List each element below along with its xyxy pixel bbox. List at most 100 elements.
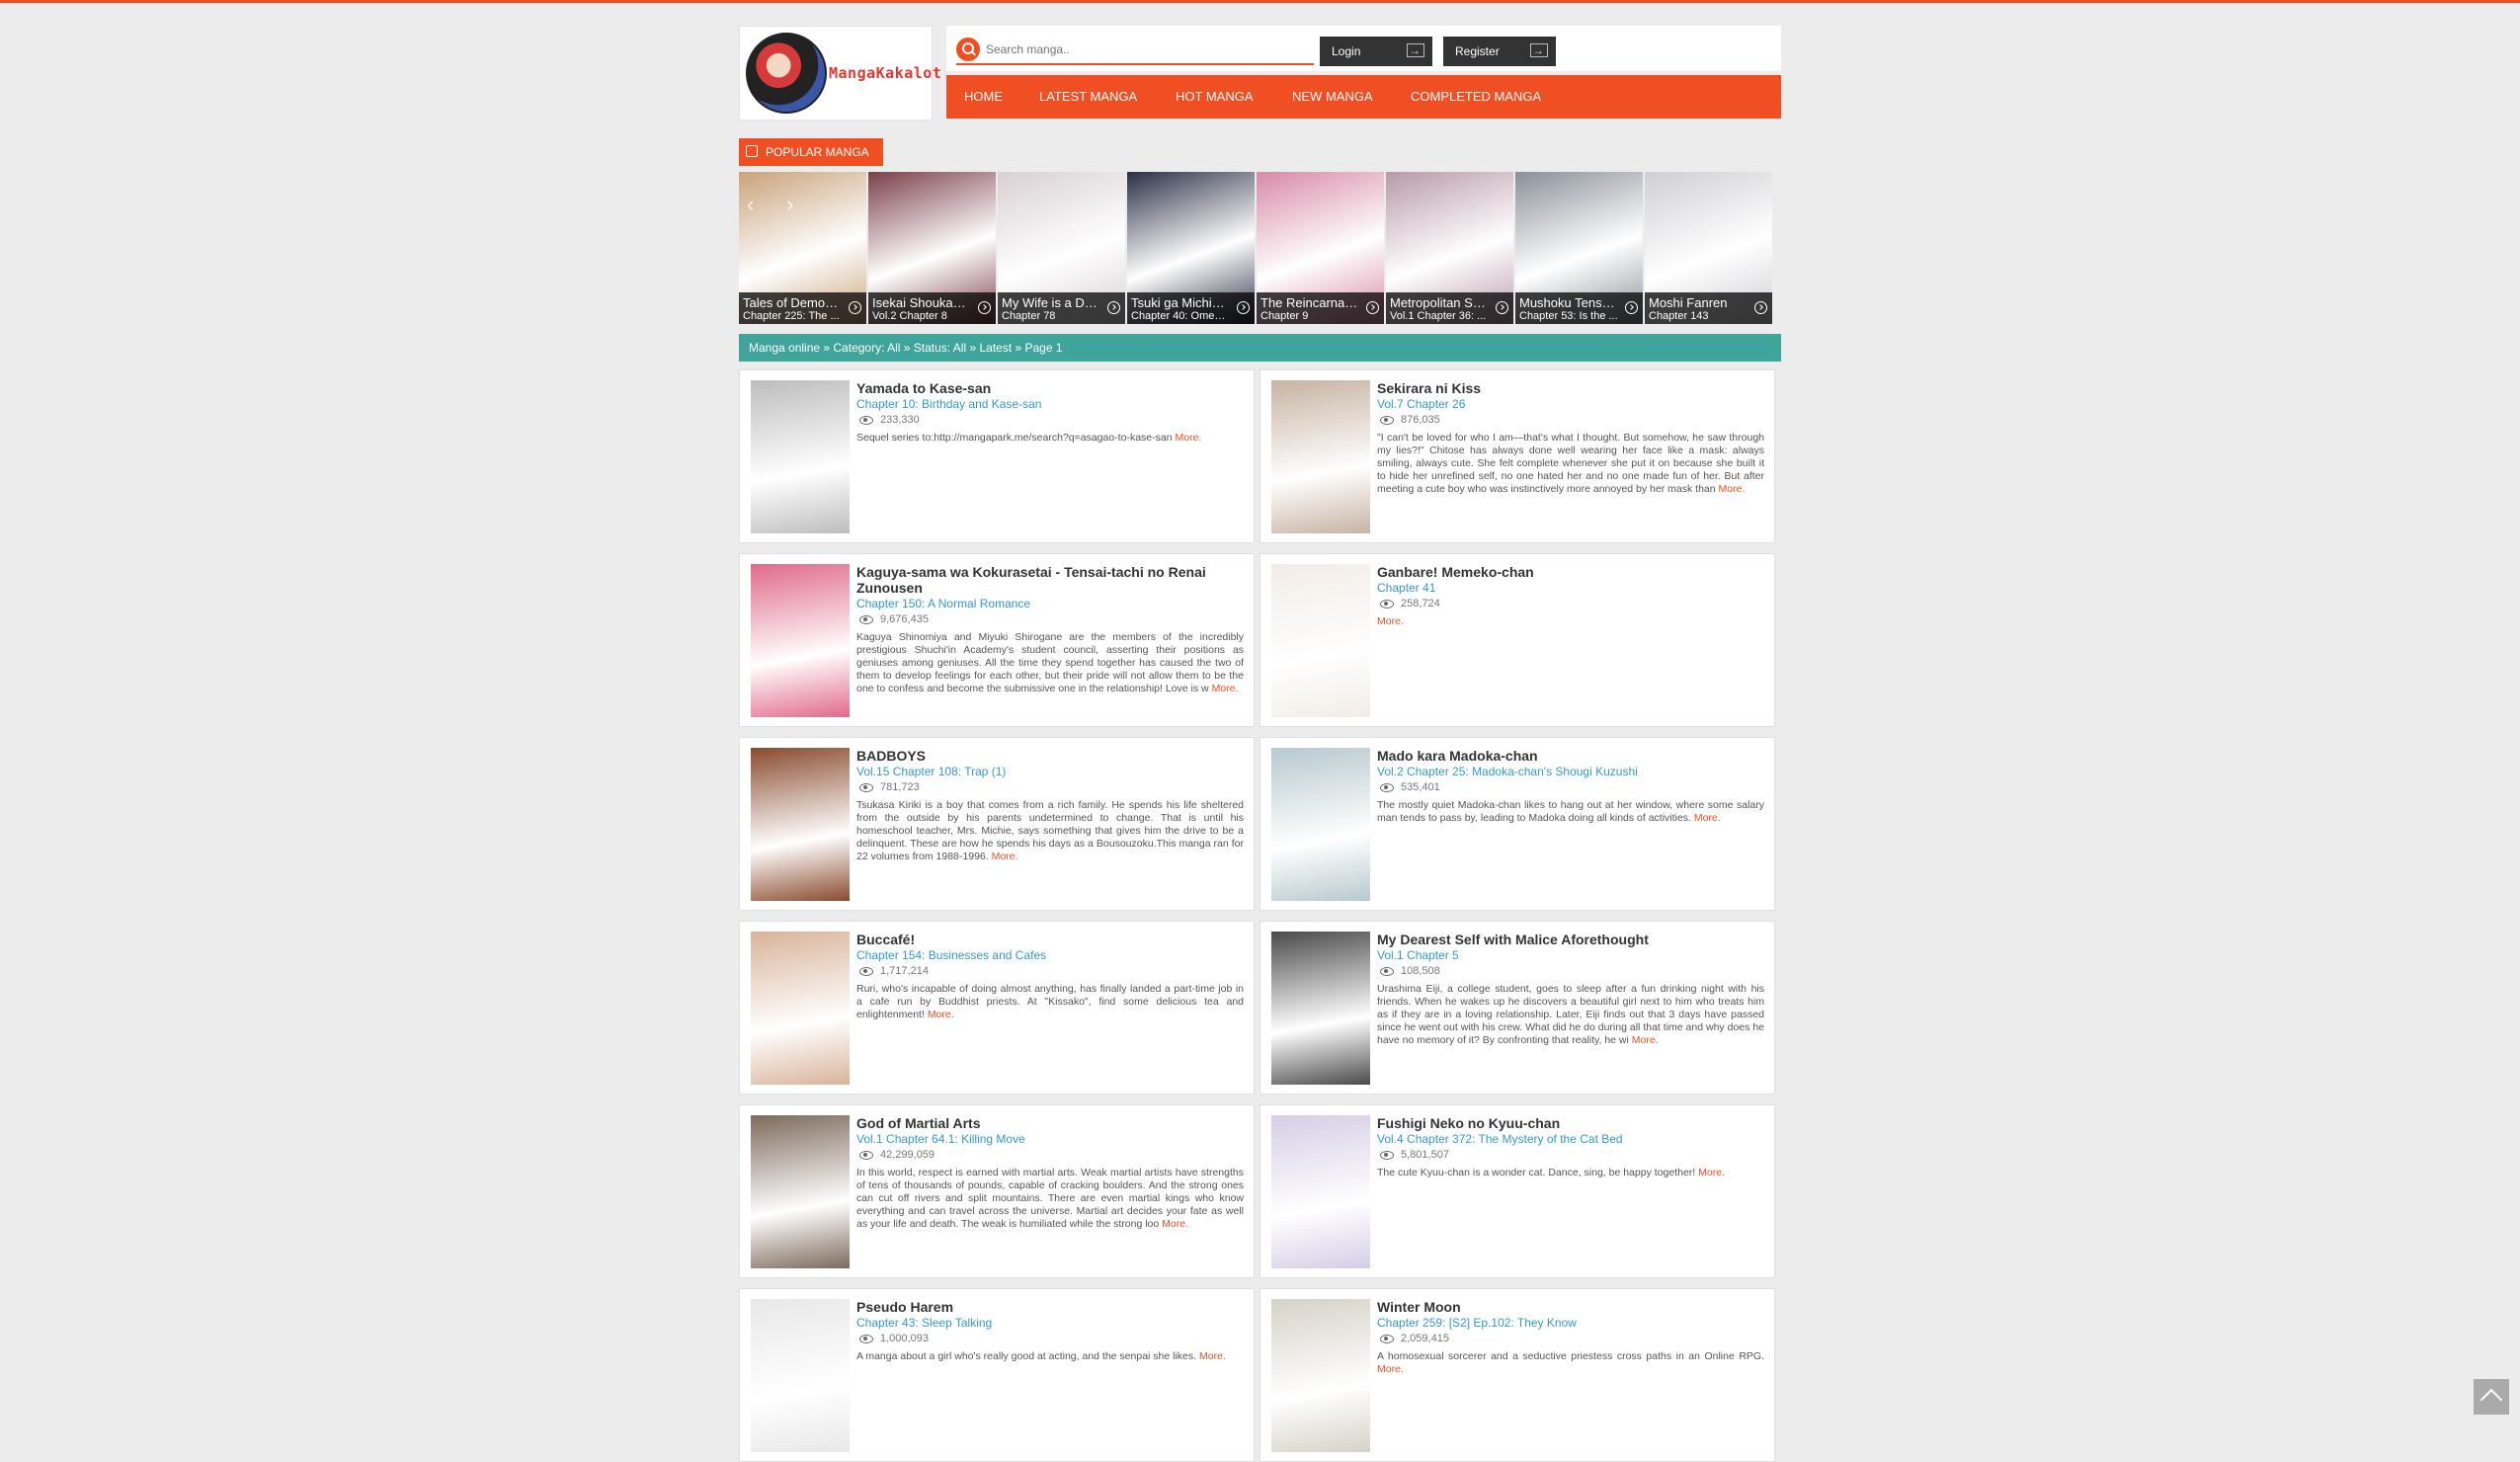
manga-title[interactable]: My Dearest Self with Malice Aforethought [1377,932,1764,947]
popular-slide[interactable]: Moshi Fanren Chapter 143 [1645,172,1772,324]
popular-slide[interactable]: Tales of Demon... Chapter 225: The ... [739,172,866,324]
manga-cover[interactable] [1271,1115,1370,1268]
manga-latest-chapter[interactable]: Chapter 10: Birthday and Kase-san [856,396,1244,412]
description-text: A homosexual sorcerer and a seductive pr… [1377,1350,1764,1362]
manga-title[interactable]: Buccafé! [856,932,1244,947]
login-button[interactable]: Login [1320,36,1432,66]
nav-hot-manga[interactable]: HOT MANGA [1176,75,1254,119]
slide-title[interactable]: Mushoku Tensei:... [1519,295,1618,310]
slide-chapter[interactable]: Chapter 9 [1260,310,1359,322]
go-arrow-icon[interactable] [1496,301,1508,314]
manga-latest-chapter[interactable]: Chapter 43: Sleep Talking [856,1315,1244,1331]
more-link[interactable]: More. [1377,1363,1404,1375]
manga-latest-chapter[interactable]: Vol.1 Chapter 5 [1377,947,1764,963]
nav-latest-manga[interactable]: LATEST MANGA [1039,75,1137,119]
slide-title[interactable]: The Reincarnati... [1260,295,1359,310]
slide-title[interactable]: Isekai Shoukan ... [872,295,971,310]
manga-title[interactable]: Ganbare! Memeko-chan [1377,564,1764,580]
nav-new-manga[interactable]: NEW MANGA [1292,75,1373,119]
slider-prev-icon[interactable]: ‹ [747,192,754,217]
manga-cover[interactable] [751,748,850,901]
more-link[interactable]: More. [1199,1350,1226,1362]
manga-latest-chapter[interactable]: Chapter 154: Businesses and Cafes [856,947,1244,963]
popular-slide[interactable]: The Reincarnati... Chapter 9 [1257,172,1384,324]
slide-chapter[interactable]: Vol.1 Chapter 36: ... [1390,310,1489,322]
more-link[interactable]: More. [1698,1167,1725,1178]
more-link[interactable]: More. [1719,483,1746,495]
slide-title[interactable]: Moshi Fanren [1649,295,1748,310]
popular-slide[interactable]: Isekai Shoukan ... Vol.2 Chapter 8 [868,172,996,324]
manga-title[interactable]: BADBOYS [856,748,1244,764]
manga-views: 1,717,214 [856,963,1244,980]
more-link[interactable]: More. [1632,1034,1659,1046]
slide-chapter[interactable]: Chapter 40: Omen ... [1131,310,1230,322]
manga-latest-chapter[interactable]: Vol.1 Chapter 64.1: Killing Move [856,1131,1244,1147]
more-link[interactable]: More. [1694,812,1721,824]
popular-slide[interactable]: Tsuki ga Michibi... Chapter 40: Omen ... [1127,172,1255,324]
slide-title[interactable]: Tsuki ga Michibi... [1131,295,1230,310]
manga-latest-chapter[interactable]: Vol.2 Chapter 25: Madoka-chan's Shougi K… [1377,764,1764,779]
manga-cover[interactable] [1271,1299,1370,1452]
more-link[interactable]: More. [928,1009,954,1020]
manga-cover[interactable] [1271,564,1370,717]
manga-cover[interactable] [1271,380,1370,533]
description-text: Ruri, who's incapable of doing almost an… [856,983,1244,1020]
nav-completed-manga[interactable]: COMPLETED MANGA [1411,75,1541,119]
popular-slide[interactable]: Mushoku Tensei:... Chapter 53: Is the ... [1515,172,1643,324]
go-arrow-icon[interactable] [1237,301,1250,314]
manga-latest-chapter[interactable]: Chapter 259: [S2] Ep.102: They Know [1377,1315,1764,1331]
breadcrumb-text[interactable]: Manga online » Category: All » Status: A… [749,341,1063,355]
manga-title[interactable]: Fushigi Neko no Kyuu-chan [1377,1115,1764,1131]
slide-chapter[interactable]: Chapter 225: The ... [743,310,842,322]
go-arrow-icon[interactable] [1625,301,1638,314]
slide-chapter[interactable]: Chapter 143 [1649,310,1748,322]
manga-cover[interactable] [751,932,850,1085]
manga-title[interactable]: Yamada to Kase-san [856,380,1244,396]
manga-latest-chapter[interactable]: Chapter 150: A Normal Romance [856,596,1244,611]
site-logo[interactable]: MangaKakalot [739,26,941,121]
manga-cover[interactable] [751,1115,850,1268]
popular-slide[interactable]: Metropolitan Sy... Vol.1 Chapter 36: ... [1386,172,1513,324]
more-link[interactable]: More. [1377,615,1404,627]
slide-title[interactable]: Metropolitan Sy... [1390,295,1489,310]
manga-cover[interactable] [751,1299,850,1452]
slider-next-icon[interactable]: › [786,192,793,217]
go-arrow-icon[interactable] [1107,301,1120,314]
description-text: Urashima Eiji, a college student, goes t… [1377,983,1764,1046]
search-icon[interactable] [956,38,980,61]
popular-slide[interactable]: My Wife is a De... Chapter 78 [998,172,1125,324]
manga-cover[interactable] [1271,932,1370,1085]
manga-title[interactable]: Kaguya-sama wa Kokurasetai - Tensai-tach… [856,564,1244,596]
manga-cover[interactable] [1271,748,1370,901]
nav-home[interactable]: HOME [964,75,1003,119]
go-arrow-icon[interactable] [978,301,991,314]
slide-chapter[interactable]: Chapter 53: Is the ... [1519,310,1618,322]
manga-title[interactable]: God of Martial Arts [856,1115,1244,1131]
more-link[interactable]: More. [992,851,1018,862]
manga-latest-chapter[interactable]: Chapter 41 [1377,580,1764,596]
manga-cover[interactable] [751,380,850,533]
slide-caption: Isekai Shoukan ... Vol.2 Chapter 8 [868,292,996,324]
manga-latest-chapter[interactable]: Vol.15 Chapter 108: Trap (1) [856,764,1244,779]
go-arrow-icon[interactable] [849,301,861,314]
slide-chapter[interactable]: Chapter 78 [1002,310,1100,322]
manga-title[interactable]: Pseudo Harem [856,1299,1244,1315]
go-arrow-icon[interactable] [1754,301,1767,314]
more-link[interactable]: More. [1212,683,1239,694]
manga-cover[interactable] [751,564,850,717]
more-link[interactable]: More. [1175,432,1201,444]
search-input[interactable] [986,40,1307,59]
manga-latest-chapter[interactable]: Vol.7 Chapter 26 [1377,396,1764,412]
slide-title[interactable]: My Wife is a De... [1002,295,1100,310]
scroll-to-top-button[interactable] [2474,1379,2509,1415]
manga-info: Sekirara ni Kiss Vol.7 Chapter 26 876,035 "… [1377,380,1764,496]
more-link[interactable]: More. [1162,1218,1188,1230]
slide-chapter[interactable]: Vol.2 Chapter 8 [872,310,971,322]
register-button[interactable]: Register [1443,36,1556,66]
go-arrow-icon[interactable] [1366,301,1379,314]
manga-title[interactable]: Sekirara ni Kiss [1377,380,1764,396]
slide-title[interactable]: Tales of Demon... [743,295,842,310]
manga-title[interactable]: Mado kara Madoka-chan [1377,748,1764,764]
manga-title[interactable]: Winter Moon [1377,1299,1764,1315]
manga-latest-chapter[interactable]: Vol.4 Chapter 372: The Mystery of the Ca… [1377,1131,1764,1147]
